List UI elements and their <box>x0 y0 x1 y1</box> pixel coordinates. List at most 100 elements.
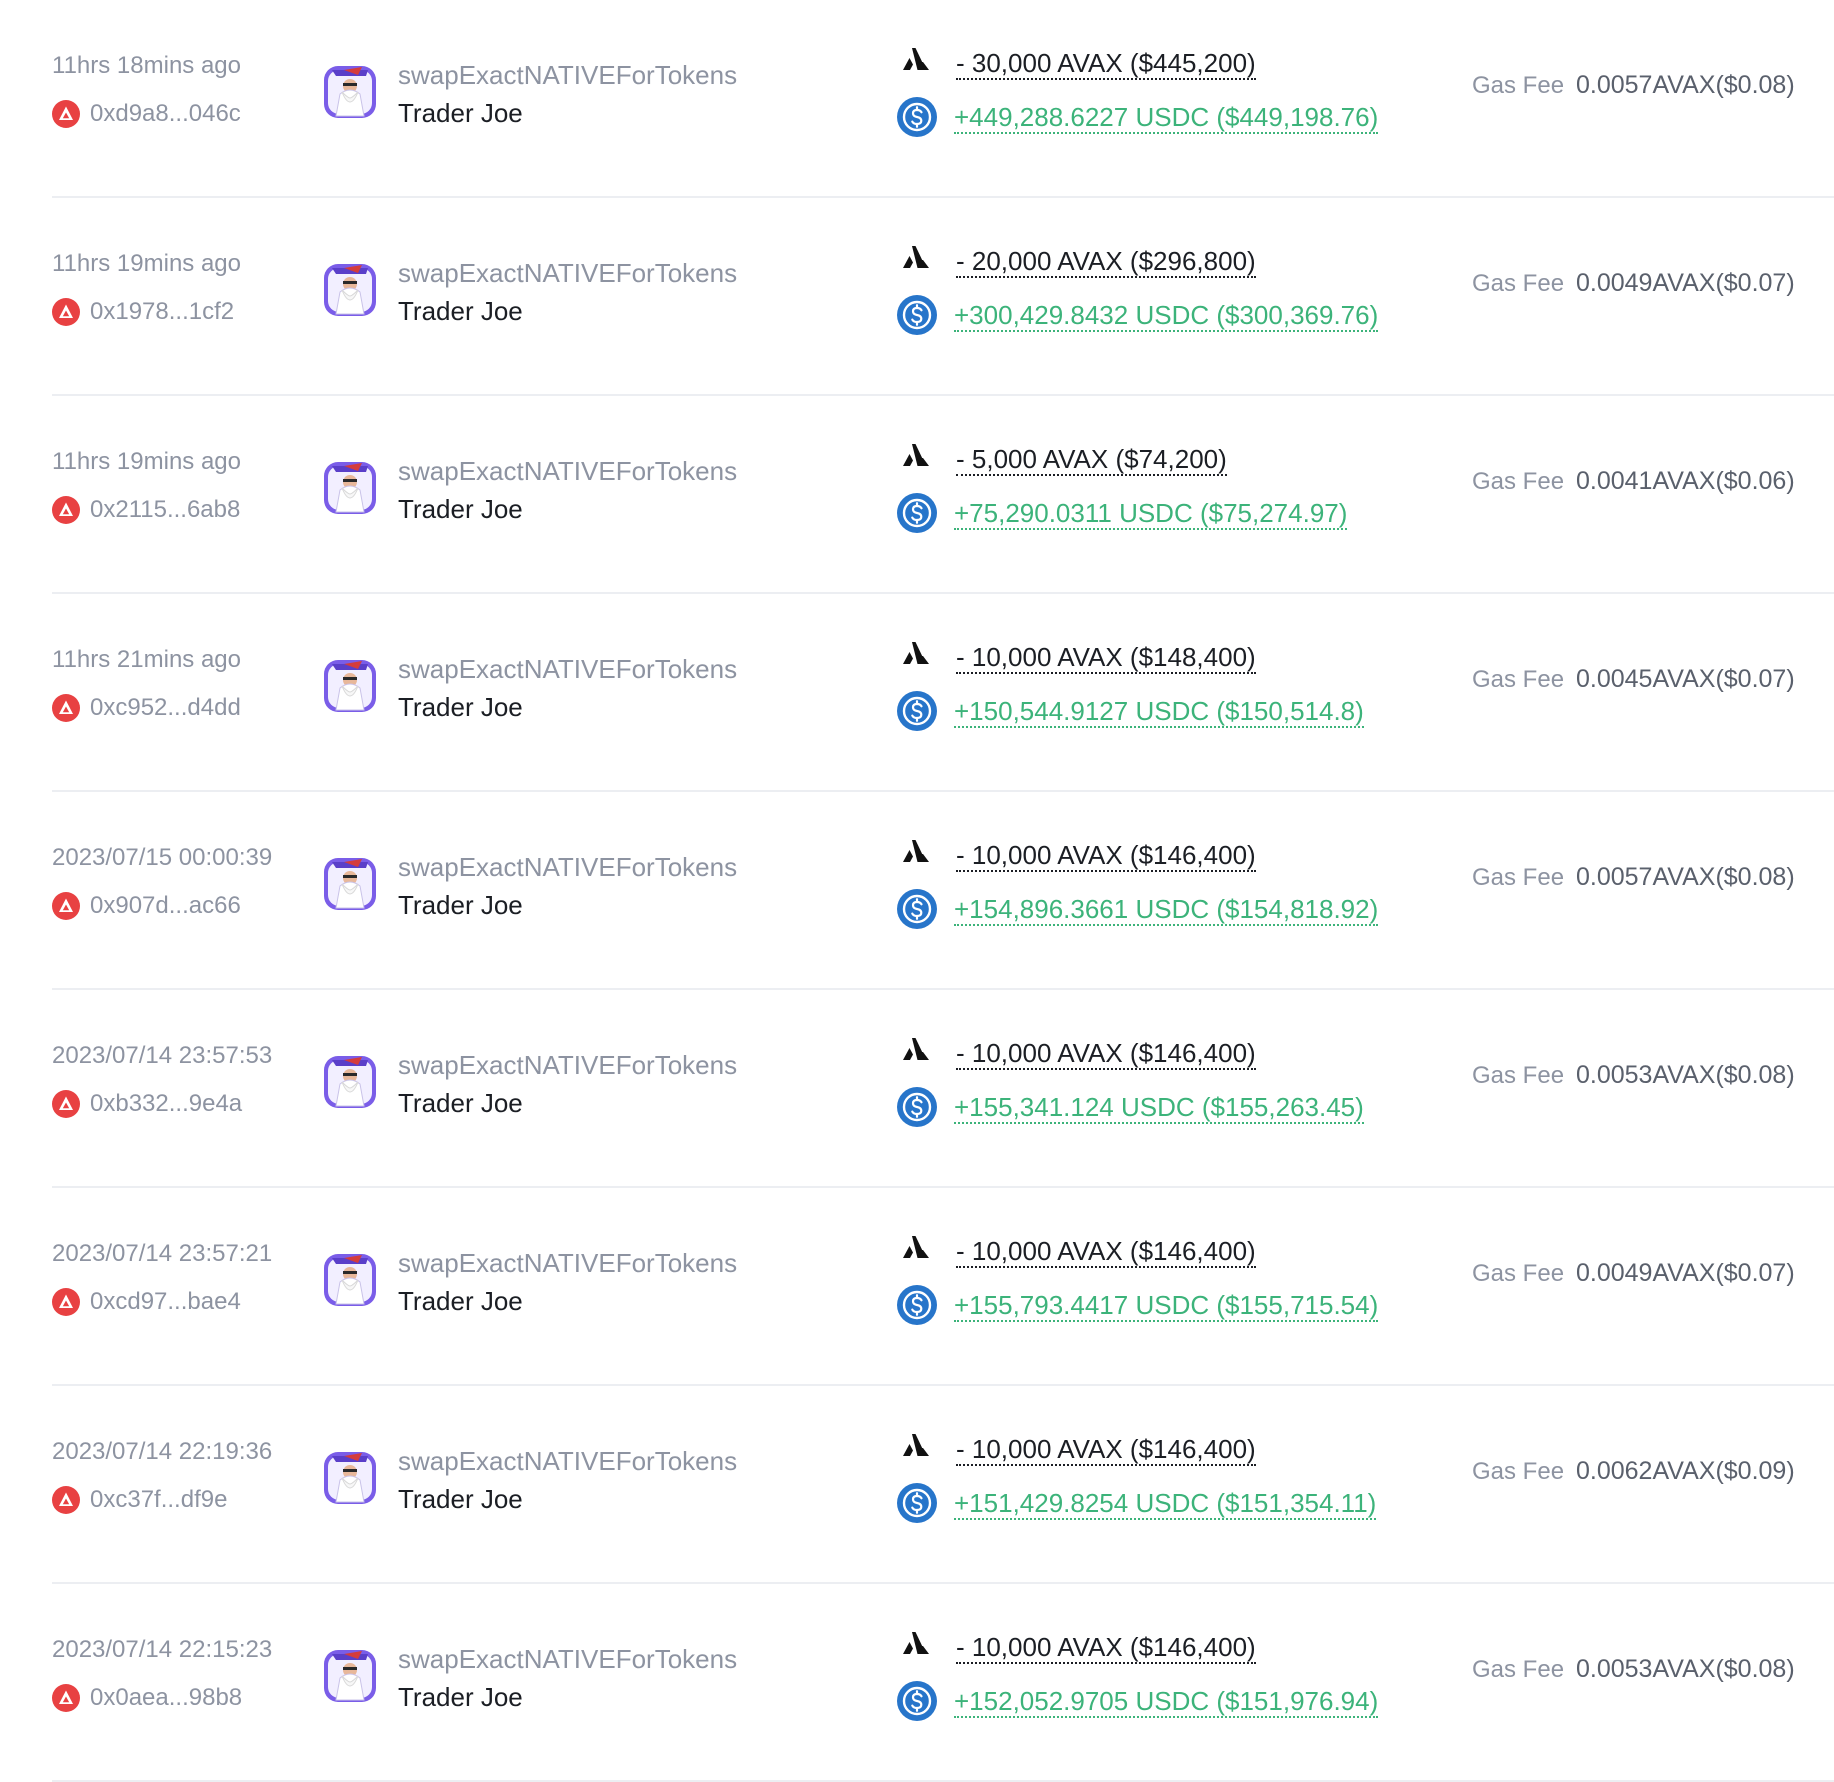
usdc-token-icon <box>897 1087 937 1127</box>
trader-joe-avatar-icon[interactable] <box>322 1450 378 1506</box>
gas-fee-label: Gas Fee <box>1472 1656 1565 1683</box>
protocol-name[interactable]: Trader Joe <box>398 692 523 723</box>
token-in-amount[interactable]: +154,896.3661 USDC ($154,818.92) <box>954 894 1379 926</box>
trader-joe-avatar-icon[interactable] <box>322 64 378 120</box>
token-in-amount[interactable]: +300,429.8432 USDC ($300,369.76) <box>954 300 1379 332</box>
tx-time: 11hrs 19mins ago <box>52 250 241 277</box>
gas-fee-label: Gas Fee <box>1472 666 1565 693</box>
protocol-name[interactable]: Trader Joe <box>398 1484 523 1515</box>
protocol-name[interactable]: Trader Joe <box>398 494 523 525</box>
trader-joe-avatar-icon[interactable] <box>322 1054 378 1110</box>
trader-joe-avatar-icon[interactable] <box>322 1648 378 1704</box>
token-in-amount[interactable]: +449,288.6227 USDC ($449,198.76) <box>954 102 1379 134</box>
tx-time: 2023/07/15 00:00:39 <box>52 844 273 871</box>
tx-time: 2023/07/14 23:57:53 <box>52 1042 273 1069</box>
avalanche-chain-icon <box>52 298 80 326</box>
transaction-row: 11hrs 19mins ago 0x1978...1cf2 swapExact… <box>0 198 1834 396</box>
tx-hash: 0xb332...9e4a <box>90 1090 243 1117</box>
tx-hash: 0xc952...d4dd <box>90 694 241 721</box>
avalanche-chain-icon <box>52 100 80 128</box>
tx-hash: 0xcd97...bae4 <box>90 1288 241 1315</box>
avax-token-icon <box>903 1632 929 1654</box>
token-out-amount[interactable]: - 30,000 AVAX ($445,200) <box>956 48 1256 80</box>
method-name: swapExactNATIVEForTokens <box>398 654 738 684</box>
trader-joe-avatar-icon[interactable] <box>322 262 378 318</box>
gas-fee-label: Gas Fee <box>1472 1458 1565 1485</box>
usdc-token-icon <box>897 691 937 731</box>
tx-hash-link[interactable]: 0x907d...ac66 <box>52 892 241 920</box>
tx-hash-link[interactable]: 0x0aea...98b8 <box>52 1684 242 1712</box>
avax-token-icon <box>903 642 929 664</box>
trader-joe-avatar-icon[interactable] <box>322 658 378 714</box>
trader-joe-avatar-icon[interactable] <box>322 856 378 912</box>
avax-token-icon <box>903 1434 929 1456</box>
tx-hash-link[interactable]: 0xb332...9e4a <box>52 1090 242 1118</box>
avalanche-chain-icon <box>52 694 80 722</box>
gas-fee-value: 0.0053AVAX($0.08) <box>1576 1655 1795 1683</box>
protocol-name[interactable]: Trader Joe <box>398 890 523 921</box>
tx-hash-link[interactable]: 0xc952...d4dd <box>52 694 241 722</box>
token-out-amount[interactable]: - 5,000 AVAX ($74,200) <box>956 444 1227 476</box>
tx-hash-link[interactable]: 0x1978...1cf2 <box>52 298 234 326</box>
gas-fee-label: Gas Fee <box>1472 1260 1565 1287</box>
gas-fee-value: 0.0041AVAX($0.06) <box>1576 467 1795 495</box>
gas-fee-value: 0.0057AVAX($0.08) <box>1576 71 1795 99</box>
usdc-token-icon <box>897 1483 937 1523</box>
gas-fee-label: Gas Fee <box>1472 1062 1565 1089</box>
avalanche-chain-icon <box>52 1684 80 1712</box>
protocol-name[interactable]: Trader Joe <box>398 1088 523 1119</box>
usdc-token-icon <box>897 1285 937 1325</box>
tx-hash-link[interactable]: 0xd9a8...046c <box>52 100 241 128</box>
transaction-row: 2023/07/14 22:19:36 0xc37f...df9e swapEx… <box>0 1386 1834 1584</box>
token-out-amount[interactable]: - 10,000 AVAX ($146,400) <box>956 1236 1256 1268</box>
usdc-token-icon <box>897 295 937 335</box>
usdc-token-icon <box>897 889 937 929</box>
token-out-amount[interactable]: - 10,000 AVAX ($146,400) <box>956 840 1256 872</box>
tx-time: 11hrs 18mins ago <box>52 52 241 79</box>
avalanche-chain-icon <box>52 1288 80 1316</box>
method-name: swapExactNATIVEForTokens <box>398 60 738 90</box>
transaction-row: 11hrs 18mins ago 0xd9a8...046c swapExact… <box>0 0 1834 198</box>
method-name: swapExactNATIVEForTokens <box>398 456 738 486</box>
gas-fee-value: 0.0053AVAX($0.08) <box>1576 1061 1795 1089</box>
tx-hash-link[interactable]: 0x2115...6ab8 <box>52 496 240 524</box>
transaction-row: 2023/07/14 23:57:21 0xcd97...bae4 swapEx… <box>0 1188 1834 1386</box>
gas-fee-label: Gas Fee <box>1472 72 1565 99</box>
avalanche-chain-icon <box>52 496 80 524</box>
avax-token-icon <box>903 840 929 862</box>
protocol-name[interactable]: Trader Joe <box>398 296 523 327</box>
token-in-amount[interactable]: +151,429.8254 USDC ($151,354.11) <box>954 1488 1377 1520</box>
usdc-token-icon <box>897 97 937 137</box>
gas-fee-label: Gas Fee <box>1472 468 1565 495</box>
trader-joe-avatar-icon[interactable] <box>322 460 378 516</box>
token-out-amount[interactable]: - 10,000 AVAX ($146,400) <box>956 1434 1256 1466</box>
avalanche-chain-icon <box>52 1486 80 1514</box>
tx-hash: 0x0aea...98b8 <box>90 1684 243 1711</box>
tx-time: 11hrs 21mins ago <box>52 646 241 673</box>
avax-token-icon <box>903 1236 929 1258</box>
tx-hash-link[interactable]: 0xc37f...df9e <box>52 1486 227 1514</box>
gas-fee-value: 0.0062AVAX($0.09) <box>1576 1457 1795 1485</box>
protocol-name[interactable]: Trader Joe <box>398 98 523 129</box>
method-name: swapExactNATIVEForTokens <box>398 852 738 882</box>
trader-joe-avatar-icon[interactable] <box>322 1252 378 1308</box>
token-out-amount[interactable]: - 10,000 AVAX ($146,400) <box>956 1038 1256 1070</box>
transaction-row: 2023/07/14 23:57:53 0xb332...9e4a swapEx… <box>0 990 1834 1188</box>
token-in-amount[interactable]: +150,544.9127 USDC ($150,514.8) <box>954 696 1364 728</box>
token-in-amount[interactable]: +75,290.0311 USDC ($75,274.97) <box>954 498 1348 530</box>
token-out-amount[interactable]: - 20,000 AVAX ($296,800) <box>956 246 1256 278</box>
token-in-amount[interactable]: +155,793.4417 USDC ($155,715.54) <box>954 1290 1379 1322</box>
protocol-name[interactable]: Trader Joe <box>398 1682 523 1713</box>
tx-hash: 0x1978...1cf2 <box>90 298 235 325</box>
token-in-amount[interactable]: +155,341.124 USDC ($155,263.45) <box>954 1092 1364 1124</box>
method-name: swapExactNATIVEForTokens <box>398 258 738 288</box>
token-in-amount[interactable]: +152,052.9705 USDC ($151,976.94) <box>954 1686 1379 1718</box>
protocol-name[interactable]: Trader Joe <box>398 1286 523 1317</box>
method-name: swapExactNATIVEForTokens <box>398 1446 738 1476</box>
transaction-row: 11hrs 19mins ago 0x2115...6ab8 swapExact… <box>0 396 1834 594</box>
tx-hash-link[interactable]: 0xcd97...bae4 <box>52 1288 241 1316</box>
avax-token-icon <box>903 48 929 70</box>
avax-token-icon <box>903 1038 929 1060</box>
token-out-amount[interactable]: - 10,000 AVAX ($148,400) <box>956 642 1256 674</box>
token-out-amount[interactable]: - 10,000 AVAX ($146,400) <box>956 1632 1256 1664</box>
